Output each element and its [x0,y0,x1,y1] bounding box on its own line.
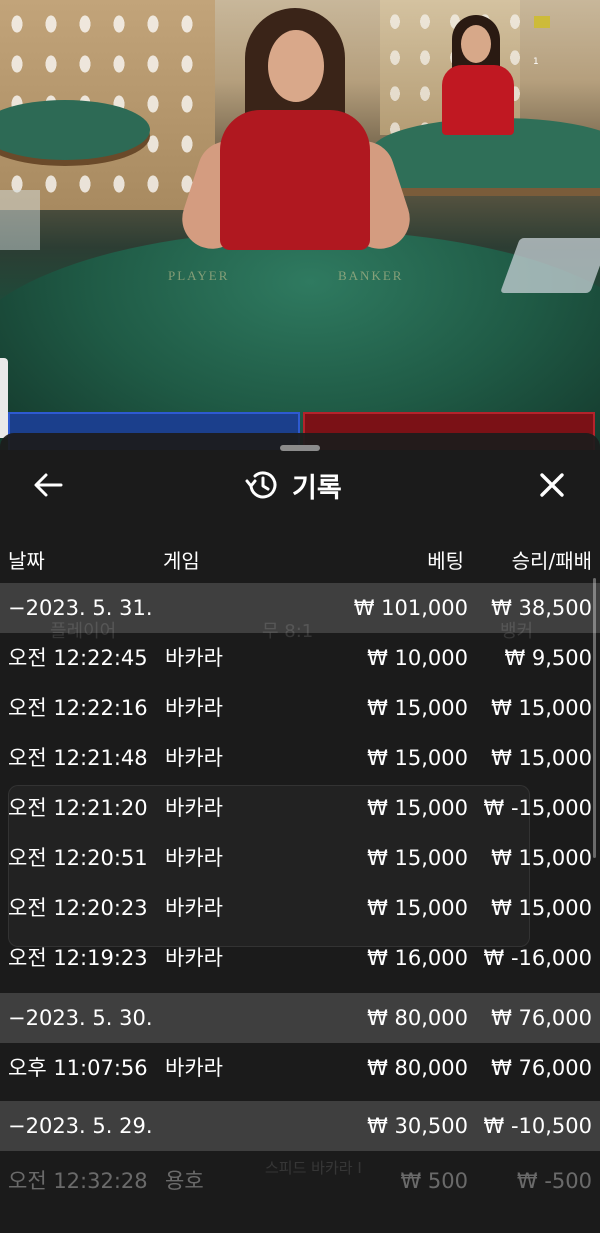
history-row[interactable]: 오전 12:19:23 바카라 ₩ 16,000 ₩ -16,000 [0,933,600,983]
win-loss-cell: ₩ 76,000 [491,1006,592,1030]
date-cell: −2023. 5. 30. [8,1006,153,1030]
win-loss-cell: ₩ 15,000 [491,746,592,770]
close-icon [540,473,564,497]
time-cell: 오전 12:22:16 [8,696,148,720]
game-cell: 바카라 [165,646,223,670]
game-cell: 바카라 [165,1056,223,1080]
side-drawer-handle[interactable] [0,358,8,438]
date-group-row[interactable]: −2023. 5. 30. ₩ 80,000 ₩ 76,000 [0,993,600,1043]
win-loss-cell: ₩ -16,000 [483,946,593,970]
win-loss-cell: ₩ 9,500 [504,646,592,670]
win-loss-cell: ₩ 76,000 [491,1056,592,1080]
time-cell: 오전 12:32:28 [8,1169,148,1193]
time-cell: 오후 11:07:56 [8,1056,148,1080]
bet-amount-cell: ₩ 80,000 [367,1056,468,1080]
game-cell: 바카라 [165,846,223,870]
bet-amount-cell: ₩ 15,000 [367,746,468,770]
game-cell: 바카라 [165,946,223,970]
history-row[interactable]: 오전 12:32:28 용호 ₩ 500 ₩ -500 [0,1156,600,1206]
win-loss-cell: ₩ 15,000 [491,846,592,870]
column-header-bet: 베팅 [427,549,464,573]
live-video-feed: 1 PLAYER BANKER [0,0,600,450]
column-header-date: 날짜 [8,549,45,573]
card-shoe [499,238,600,293]
date-cell: −2023. 5. 29. [8,1114,153,1138]
win-loss-cell: ₩ 15,000 [491,696,592,720]
back-button[interactable] [26,463,70,507]
corner-number: 1 [533,57,539,67]
table-label-player: PLAYER [168,268,230,283]
date-group-row[interactable]: −2023. 5. 31. ₩ 101,000 ₩ 38,500 [0,583,600,633]
game-cell: 바카라 [165,896,223,920]
time-cell: 오전 12:21:48 [8,746,148,770]
history-row[interactable]: 오전 12:22:16 바카라 ₩ 15,000 ₩ 15,000 [0,683,600,733]
scrollbar[interactable] [593,578,596,858]
bet-amount-cell: ₩ 15,000 [367,846,468,870]
bet-amount-cell: ₩ 15,000 [367,796,468,820]
history-row[interactable]: 오전 12:20:23 바카라 ₩ 15,000 ₩ 15,000 [0,883,600,933]
table-label-banker: BANKER [338,268,404,283]
bet-amount-cell: ₩ 101,000 [353,596,468,620]
game-cell: 바카라 [165,746,223,770]
history-row[interactable]: 오후 11:07:56 바카라 ₩ 80,000 ₩ 76,000 [0,1043,600,1093]
history-row[interactable]: 오전 12:21:20 바카라 ₩ 15,000 ₩ -15,000 [0,783,600,833]
game-cell: 바카라 [165,696,223,720]
arrow-left-icon [34,473,63,497]
bet-amount-cell: ₩ 16,000 [367,946,468,970]
page-title: 기록 [292,472,342,504]
history-row[interactable]: 오전 12:22:45 바카라 ₩ 10,000 ₩ 9,500 [0,633,600,683]
time-cell: 오전 12:21:20 [8,796,148,820]
time-cell: 오전 12:20:23 [8,896,148,920]
history-row[interactable]: 오전 12:20:51 바카라 ₩ 15,000 ₩ 15,000 [0,833,600,883]
status-indicator [534,16,550,28]
time-cell: 오전 12:20:51 [8,846,148,870]
bet-amount-cell: ₩ 80,000 [367,1006,468,1030]
win-loss-cell: ₩ -15,000 [483,796,593,820]
sheet-drag-handle[interactable] [280,445,320,451]
game-cell: 용호 [165,1169,204,1193]
sheet-header-title: 기록 [244,467,342,504]
bet-amount-cell: ₩ 500 [400,1169,468,1193]
history-clock-icon [245,471,277,499]
history-sheet: 플레이어 무 8:1 뱅커 스피드 바카라 I 기록 날짜 게임 베팅 승리/패… [0,433,600,1233]
time-cell: 오전 12:22:45 [8,646,148,670]
win-loss-cell: ₩ 38,500 [491,596,592,620]
bet-amount-cell: ₩ 10,000 [367,646,468,670]
game-cell: 바카라 [165,796,223,820]
card-holder [0,190,40,250]
date-group-row[interactable]: −2023. 5. 29. ₩ 30,500 ₩ -10,500 [0,1101,600,1151]
column-header-result: 승리/패배 [511,549,592,573]
column-header-game: 게임 [163,549,200,573]
win-loss-cell: ₩ 15,000 [491,896,592,920]
win-loss-cell: ₩ -10,500 [483,1114,593,1138]
history-row[interactable]: 오전 12:21:48 바카라 ₩ 15,000 ₩ 15,000 [0,733,600,783]
time-cell: 오전 12:19:23 [8,946,148,970]
date-cell: −2023. 5. 31. [8,596,153,620]
dealer [174,0,418,270]
bet-amount-cell: ₩ 30,500 [367,1114,468,1138]
bet-amount-cell: ₩ 15,000 [367,696,468,720]
bet-amount-cell: ₩ 15,000 [367,896,468,920]
background-dealer [430,15,530,135]
win-loss-cell: ₩ -500 [516,1169,592,1193]
close-button[interactable] [530,463,574,507]
